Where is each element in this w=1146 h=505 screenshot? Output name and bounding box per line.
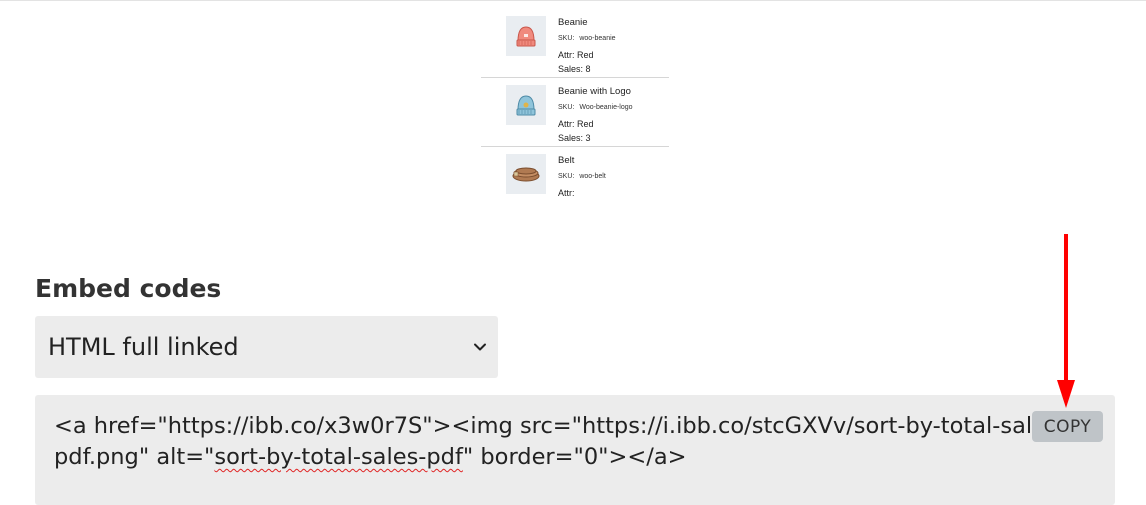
copy-button[interactable]: COPY xyxy=(1032,411,1103,442)
product-name: Beanie with Logo xyxy=(558,86,631,97)
product-attr: Attr: Red xyxy=(558,50,594,60)
red-arrow-annotation xyxy=(1057,234,1075,408)
product-attr: Attr: xyxy=(558,188,575,198)
product-attr: Attr: Red xyxy=(558,119,594,129)
sku-value: Woo-beanie-logo xyxy=(579,104,633,111)
product-sales: Sales: 3 xyxy=(558,133,591,143)
product-sales: Sales: 8 xyxy=(558,64,591,74)
code-segment: " border="0"></a> xyxy=(462,444,687,470)
belt-icon xyxy=(506,154,546,194)
image-preview: Beanie SKU: woo-beanie Attr: Red Sales: 8… xyxy=(481,8,669,218)
product-sku: SKU: woo-belt xyxy=(558,173,606,180)
product-sku: SKU: Woo-beanie-logo xyxy=(558,104,633,111)
sku-label: SKU: xyxy=(558,35,575,42)
sku-label: SKU: xyxy=(558,173,575,180)
product-sku: SKU: woo-beanie xyxy=(558,35,616,42)
sku-label: SKU: xyxy=(558,104,575,111)
beanie-icon xyxy=(506,16,546,56)
chevron-down-icon xyxy=(474,343,486,351)
embed-code-text[interactable]: <a href="https://ibb.co/x3w0r7S"><img sr… xyxy=(54,411,1066,473)
embed-code-field[interactable]: <a href="https://ibb.co/x3w0r7S"><img sr… xyxy=(35,395,1115,505)
code-line-1: <a href="https://ibb.co/x3w0r7S"><img sr… xyxy=(54,413,1066,439)
product-row: Beanie with Logo SKU: Woo-beanie-logo Att… xyxy=(481,77,669,147)
product-row: Belt SKU: woo-belt Attr: xyxy=(481,146,669,215)
spellcheck-word: sort-by-total-sales-pdf xyxy=(214,444,463,470)
embed-codes-heading: Embed codes xyxy=(35,274,222,303)
beanie-logo-icon xyxy=(506,85,546,125)
sku-value: woo-belt xyxy=(579,173,606,180)
code-line-2: pdf.png" alt="sort-by-total-sales-pdf" b… xyxy=(54,442,1044,473)
embed-format-select[interactable]: HTML full linked xyxy=(35,316,498,378)
product-name: Beanie xyxy=(558,17,588,28)
sku-value: woo-beanie xyxy=(579,35,616,42)
top-divider xyxy=(0,0,1146,1)
code-segment: pdf.png" alt=" xyxy=(54,444,215,470)
product-name: Belt xyxy=(558,155,575,166)
product-row: Beanie SKU: woo-beanie Attr: Red Sales: 8 xyxy=(481,8,669,78)
select-value: HTML full linked xyxy=(48,333,239,361)
